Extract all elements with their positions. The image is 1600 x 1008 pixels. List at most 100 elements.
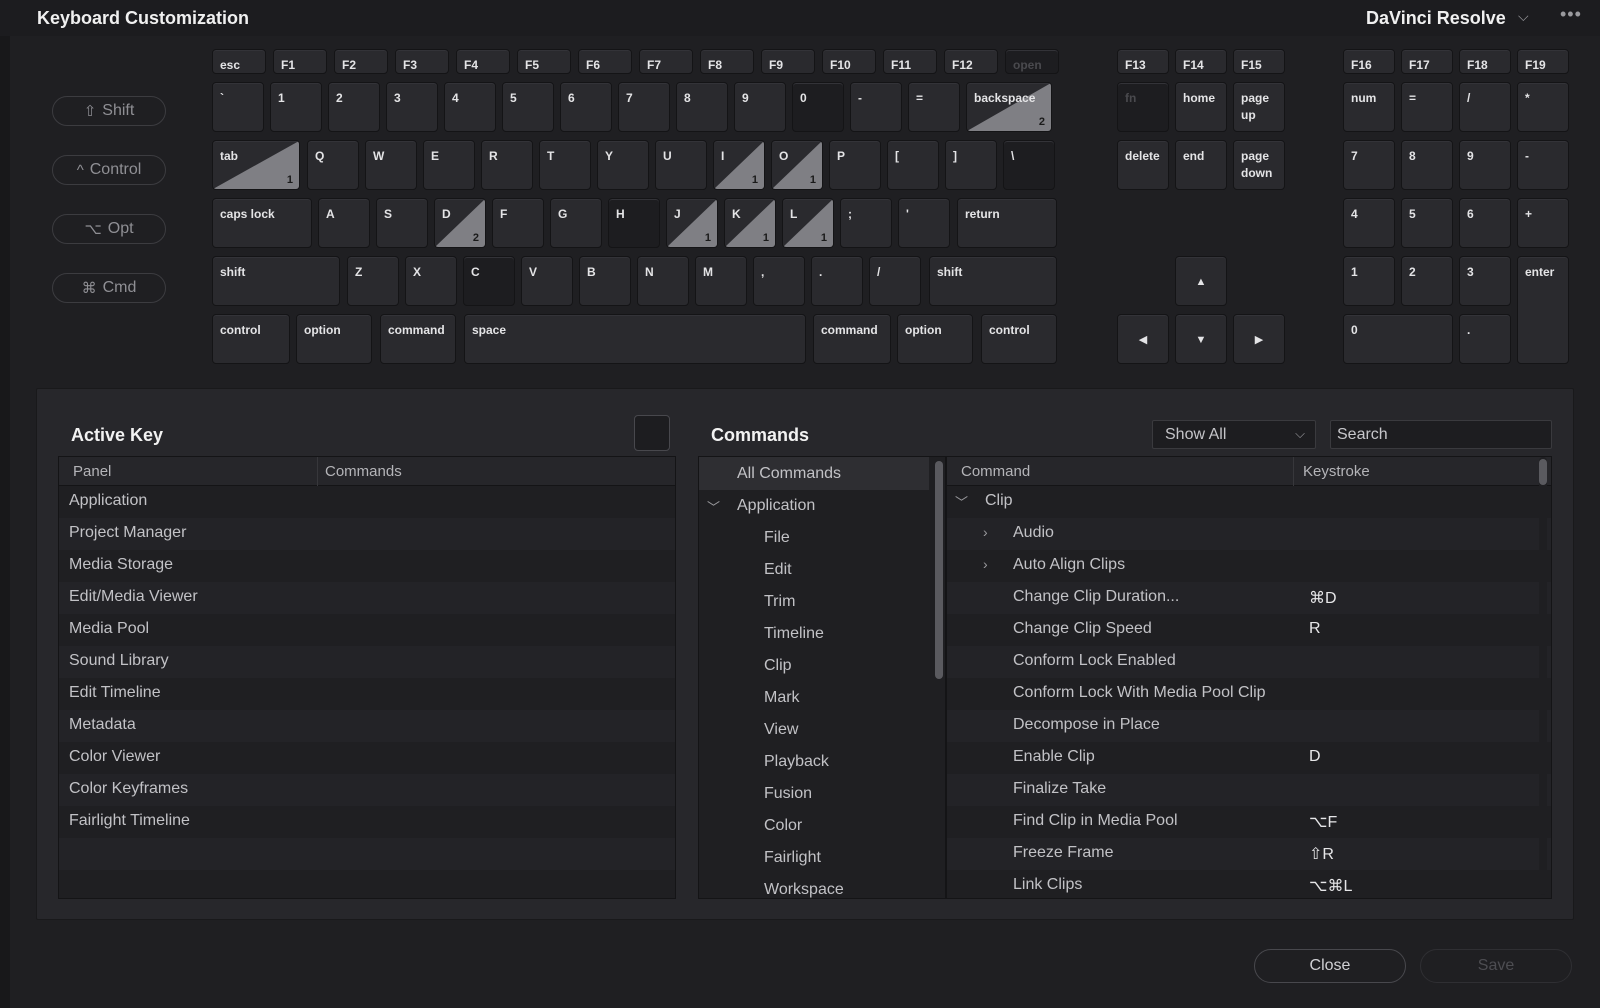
- key-command[interactable]: command: [813, 314, 891, 364]
- key-f4[interactable]: F4: [456, 49, 510, 74]
- commands-scroll-thumb[interactable]: [1539, 459, 1547, 485]
- column-keystroke[interactable]: Keystroke: [1303, 463, 1370, 480]
- key-\[interactable]: \: [1003, 140, 1055, 190]
- category-fusion[interactable]: Fusion: [764, 785, 812, 803]
- key-8[interactable]: 8: [676, 82, 728, 132]
- key-0[interactable]: 0: [1343, 314, 1453, 364]
- table-row[interactable]: Conform Lock With Media Pool Clip: [947, 678, 1551, 710]
- key-control[interactable]: control: [981, 314, 1057, 364]
- key-f6[interactable]: F6: [578, 49, 632, 74]
- key-◀[interactable]: ◀: [1117, 314, 1169, 364]
- category-scroll-thumb[interactable]: [935, 461, 943, 679]
- key-f14[interactable]: F14: [1175, 49, 1227, 74]
- key-s[interactable]: S: [376, 198, 428, 248]
- key-f5[interactable]: F5: [517, 49, 571, 74]
- key-o[interactable]: O1: [771, 140, 823, 190]
- table-row[interactable]: Finalize Take: [947, 774, 1551, 806]
- key-'[interactable]: ': [898, 198, 950, 248]
- column-divider[interactable]: [1293, 457, 1294, 486]
- key-t[interactable]: T: [539, 140, 591, 190]
- key-5[interactable]: 5: [1401, 198, 1453, 248]
- key-backspace[interactable]: backspace 2: [966, 82, 1052, 132]
- key-4[interactable]: 4: [1343, 198, 1395, 248]
- key-page-up[interactable]: page up: [1233, 82, 1285, 132]
- key-2[interactable]: 2: [1401, 256, 1453, 306]
- column-divider[interactable]: [317, 457, 318, 486]
- table-row[interactable]: Find Clip in Media Pool ⌥F: [947, 806, 1551, 838]
- key-/[interactable]: /: [1459, 82, 1511, 132]
- table-row[interactable]: Link Clips ⌥⌘L: [947, 870, 1551, 902]
- key-r[interactable]: R: [481, 140, 533, 190]
- key-7[interactable]: 7: [618, 82, 670, 132]
- key-end[interactable]: end: [1175, 140, 1227, 190]
- table-row[interactable]: Media Storage: [59, 550, 675, 582]
- category-fairlight[interactable]: Fairlight: [764, 849, 821, 867]
- key-f9[interactable]: F9: [761, 49, 815, 74]
- key-num[interactable]: num: [1343, 82, 1395, 132]
- key-9[interactable]: 9: [1459, 140, 1511, 190]
- key-,[interactable]: ,: [753, 256, 805, 306]
- key-m[interactable]: M: [695, 256, 747, 306]
- key-f7[interactable]: F7: [639, 49, 693, 74]
- category-playback[interactable]: Playback: [764, 753, 829, 771]
- key-4[interactable]: 4: [444, 82, 496, 132]
- key--[interactable]: -: [850, 82, 902, 132]
- key-[[interactable]: [: [887, 140, 939, 190]
- key-z[interactable]: Z: [347, 256, 399, 306]
- key-7[interactable]: 7: [1343, 140, 1395, 190]
- key-option[interactable]: option: [897, 314, 973, 364]
- category-view[interactable]: View: [764, 721, 798, 739]
- key-n[interactable]: N: [637, 256, 689, 306]
- table-row[interactable]: Change Clip Duration... ⌘D: [947, 582, 1551, 614]
- key-command[interactable]: command: [380, 314, 456, 364]
- category-mark[interactable]: Mark: [764, 689, 800, 707]
- more-options-icon[interactable]: •••: [1560, 4, 1582, 25]
- table-row[interactable]: Edit/Media Viewer: [59, 582, 675, 614]
- key-fn[interactable]: fn: [1117, 82, 1169, 132]
- category-timeline[interactable]: Timeline: [764, 625, 824, 643]
- key-5[interactable]: 5: [502, 82, 554, 132]
- key-p[interactable]: P: [829, 140, 881, 190]
- key-6[interactable]: 6: [1459, 198, 1511, 248]
- key-d[interactable]: D2: [434, 198, 486, 248]
- key-x[interactable]: X: [405, 256, 457, 306]
- key-][interactable]: ]: [945, 140, 997, 190]
- column-commands[interactable]: Commands: [325, 463, 402, 480]
- key-f11[interactable]: F11: [883, 49, 937, 74]
- close-button[interactable]: Close: [1254, 949, 1406, 983]
- key-f18[interactable]: F18: [1459, 49, 1511, 74]
- key-f[interactable]: F: [492, 198, 544, 248]
- filter-dropdown[interactable]: Show All ⌵: [1152, 420, 1316, 449]
- key-open[interactable]: open: [1005, 49, 1059, 74]
- key-`[interactable]: `: [212, 82, 264, 132]
- key-f15[interactable]: F15: [1233, 49, 1285, 74]
- key-shift[interactable]: shift: [212, 256, 340, 306]
- chevron-down-icon[interactable]: ﹀: [707, 497, 720, 516]
- category-edit[interactable]: Edit: [764, 561, 792, 579]
- workspace-selector[interactable]: DaVinci Resolve: [1366, 8, 1506, 29]
- table-row[interactable]: Freeze Frame ⇧R: [947, 838, 1551, 870]
- key-▶[interactable]: ▶: [1233, 314, 1285, 364]
- key-9[interactable]: 9: [734, 82, 786, 132]
- table-row[interactable]: Sound Library: [59, 646, 675, 678]
- category-application[interactable]: Application: [737, 497, 815, 515]
- category-all-commands[interactable]: All Commands: [737, 465, 841, 483]
- table-row[interactable]: Color Viewer: [59, 742, 675, 774]
- key-f16[interactable]: F16: [1343, 49, 1395, 74]
- key-f2[interactable]: F2: [334, 49, 388, 74]
- key-=[interactable]: =: [908, 82, 960, 132]
- key-shift[interactable]: shift: [929, 256, 1057, 306]
- tree-row-group[interactable]: › Auto Align Clips: [947, 550, 1551, 582]
- key-u[interactable]: U: [655, 140, 707, 190]
- key-f17[interactable]: F17: [1401, 49, 1453, 74]
- key-f13[interactable]: F13: [1117, 49, 1169, 74]
- key-f19[interactable]: F19: [1517, 49, 1569, 74]
- chevron-right-icon[interactable]: ›: [983, 524, 988, 540]
- key-e[interactable]: E: [423, 140, 475, 190]
- tree-row-clip[interactable]: ﹀ Clip: [947, 486, 1551, 518]
- chevron-right-icon[interactable]: ›: [983, 556, 988, 572]
- category-file[interactable]: File: [764, 529, 790, 547]
- category-workspace[interactable]: Workspace: [764, 881, 844, 899]
- key-8[interactable]: 8: [1401, 140, 1453, 190]
- key-i[interactable]: I1: [713, 140, 765, 190]
